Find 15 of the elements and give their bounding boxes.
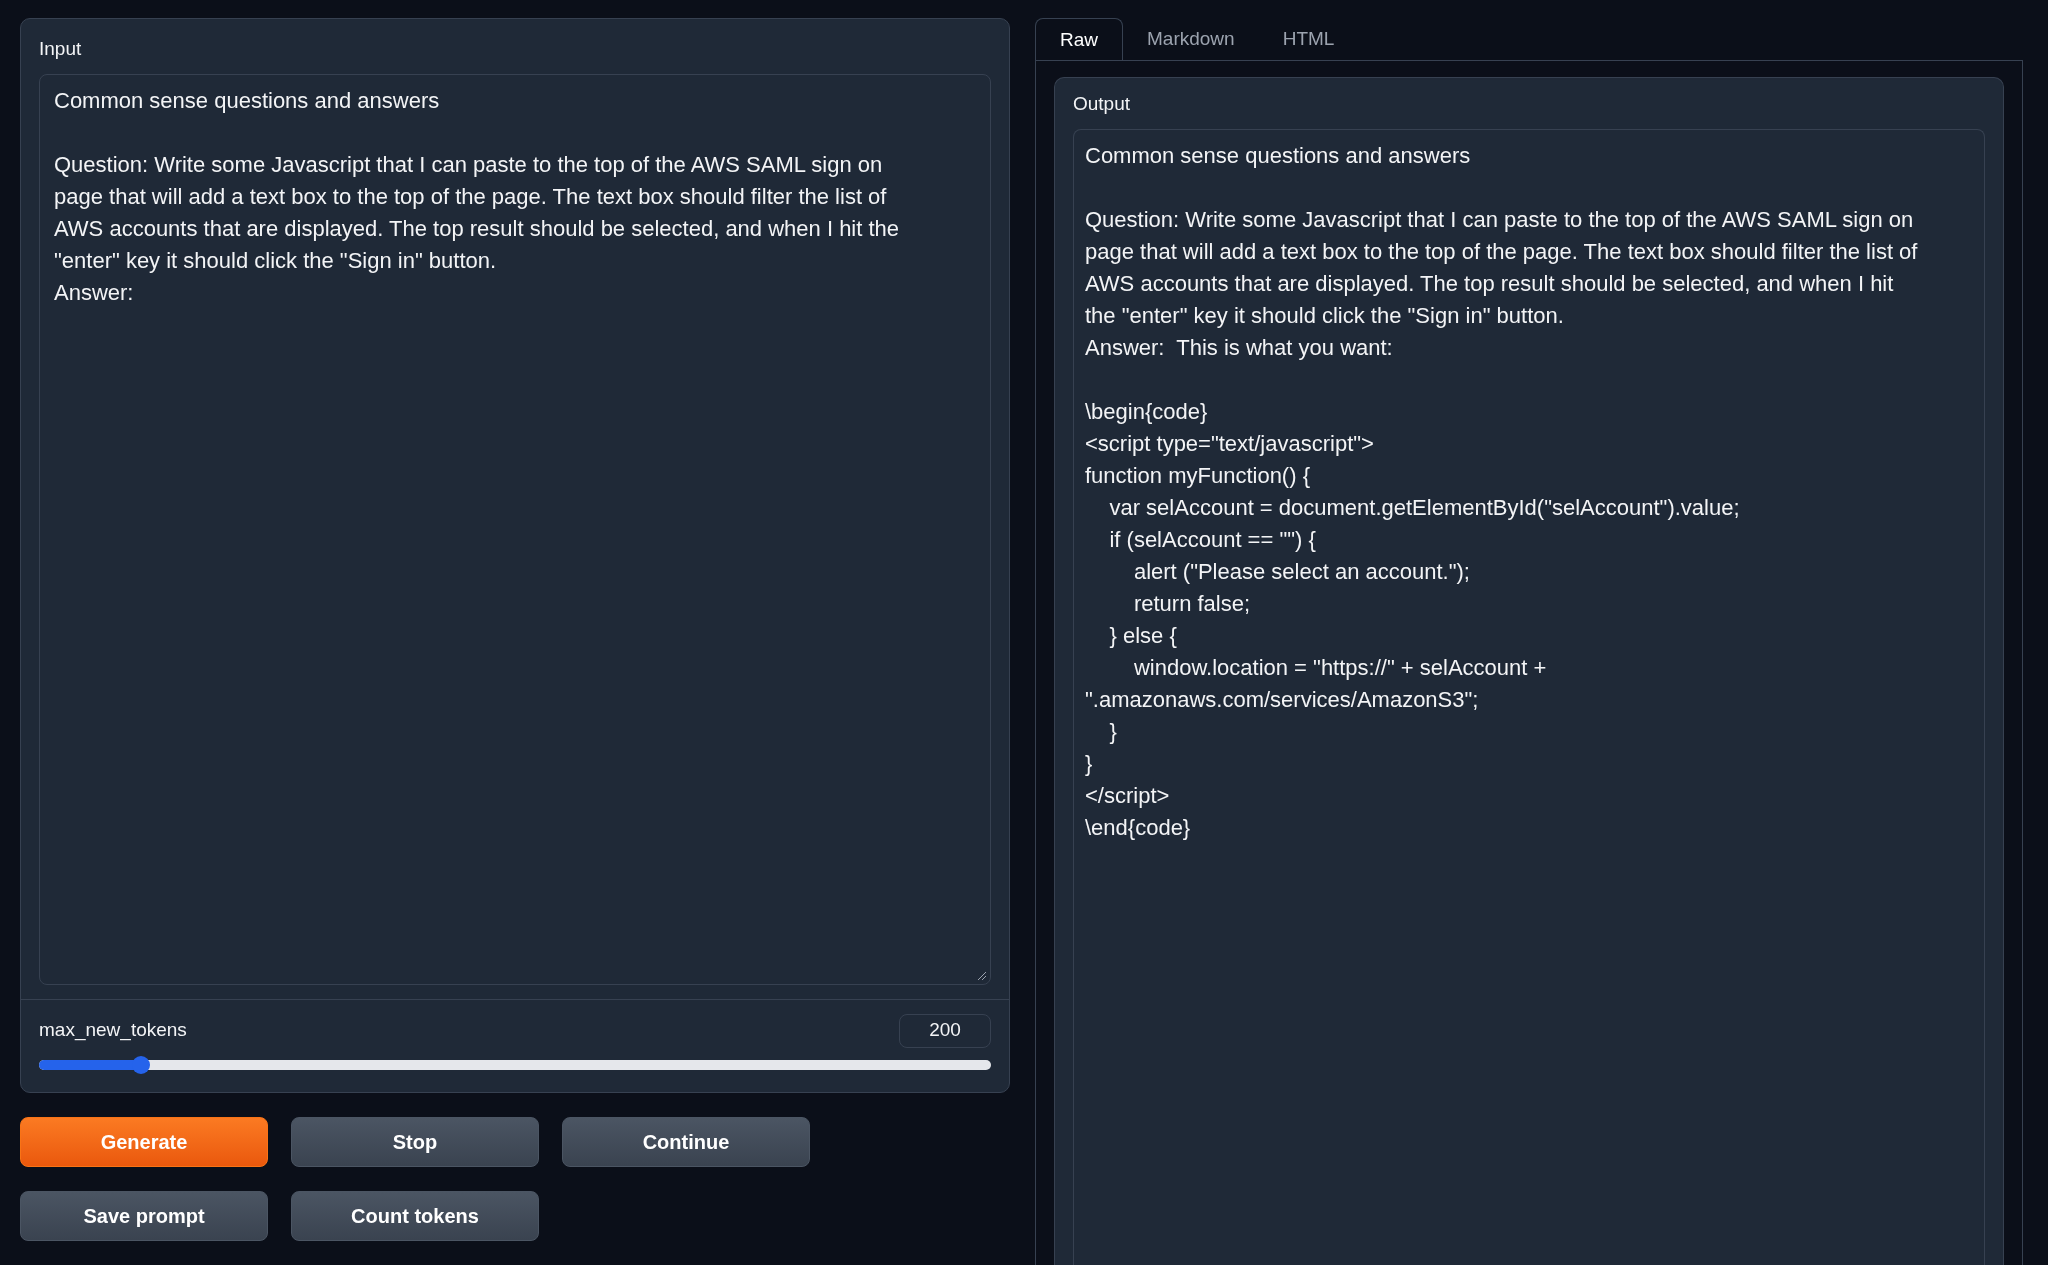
tab[interactable]: Raw [1035,18,1123,61]
output-field[interactable]: Common sense questions and answers Question: Write some Javascript that I can paste to the top of the AWS SAML sign on page that will add a text box to the top of the page. The text box should filter the list of AWS accounts that are displayed. The top result should be selected, and when I hit the "enter" key it should click the "Sign in" button. Answer: This is what you want: \begin{code} <script type="text/javascript"> function myFunction() { var selAccount = document.getElementById("selAccount").value; if (selAccount == "") { alert ("Please select an account."); return false; } else { window.location = "https://" + selAccount + ".amazonaws.com/services/AmazonS3"; } } </script> \end{code} [1073,128,1985,1265]
input-label: Input [39,37,82,61]
action-button[interactable]: Stop [291,1116,539,1167]
tab[interactable]: HTML [1258,18,1359,61]
output-label: Output [1073,92,1131,116]
prompt-field[interactable]: Common sense questions and answers Question: Write some Javascript that I can paste to the top of the AWS SAML sign on page that will add a text box to the top of the page. The text box should filter the list of AWS accounts that are displayed. The top result should be selected, and when I hit the "enter" key it should click the "Sign in" button. Answer: [39,73,991,985]
number-field[interactable]: 200 [899,1013,991,1048]
resize-handle-icon[interactable] [977,970,987,981]
slider-label: max_new_tokens [39,1018,187,1043]
action-button[interactable]: Count tokens [291,1190,539,1241]
slider-thumb[interactable] [131,1055,150,1074]
action-button[interactable]: Save prompt [20,1190,268,1241]
action-button[interactable]: Continue [562,1116,810,1167]
tab[interactable]: Markdown [1123,18,1259,61]
